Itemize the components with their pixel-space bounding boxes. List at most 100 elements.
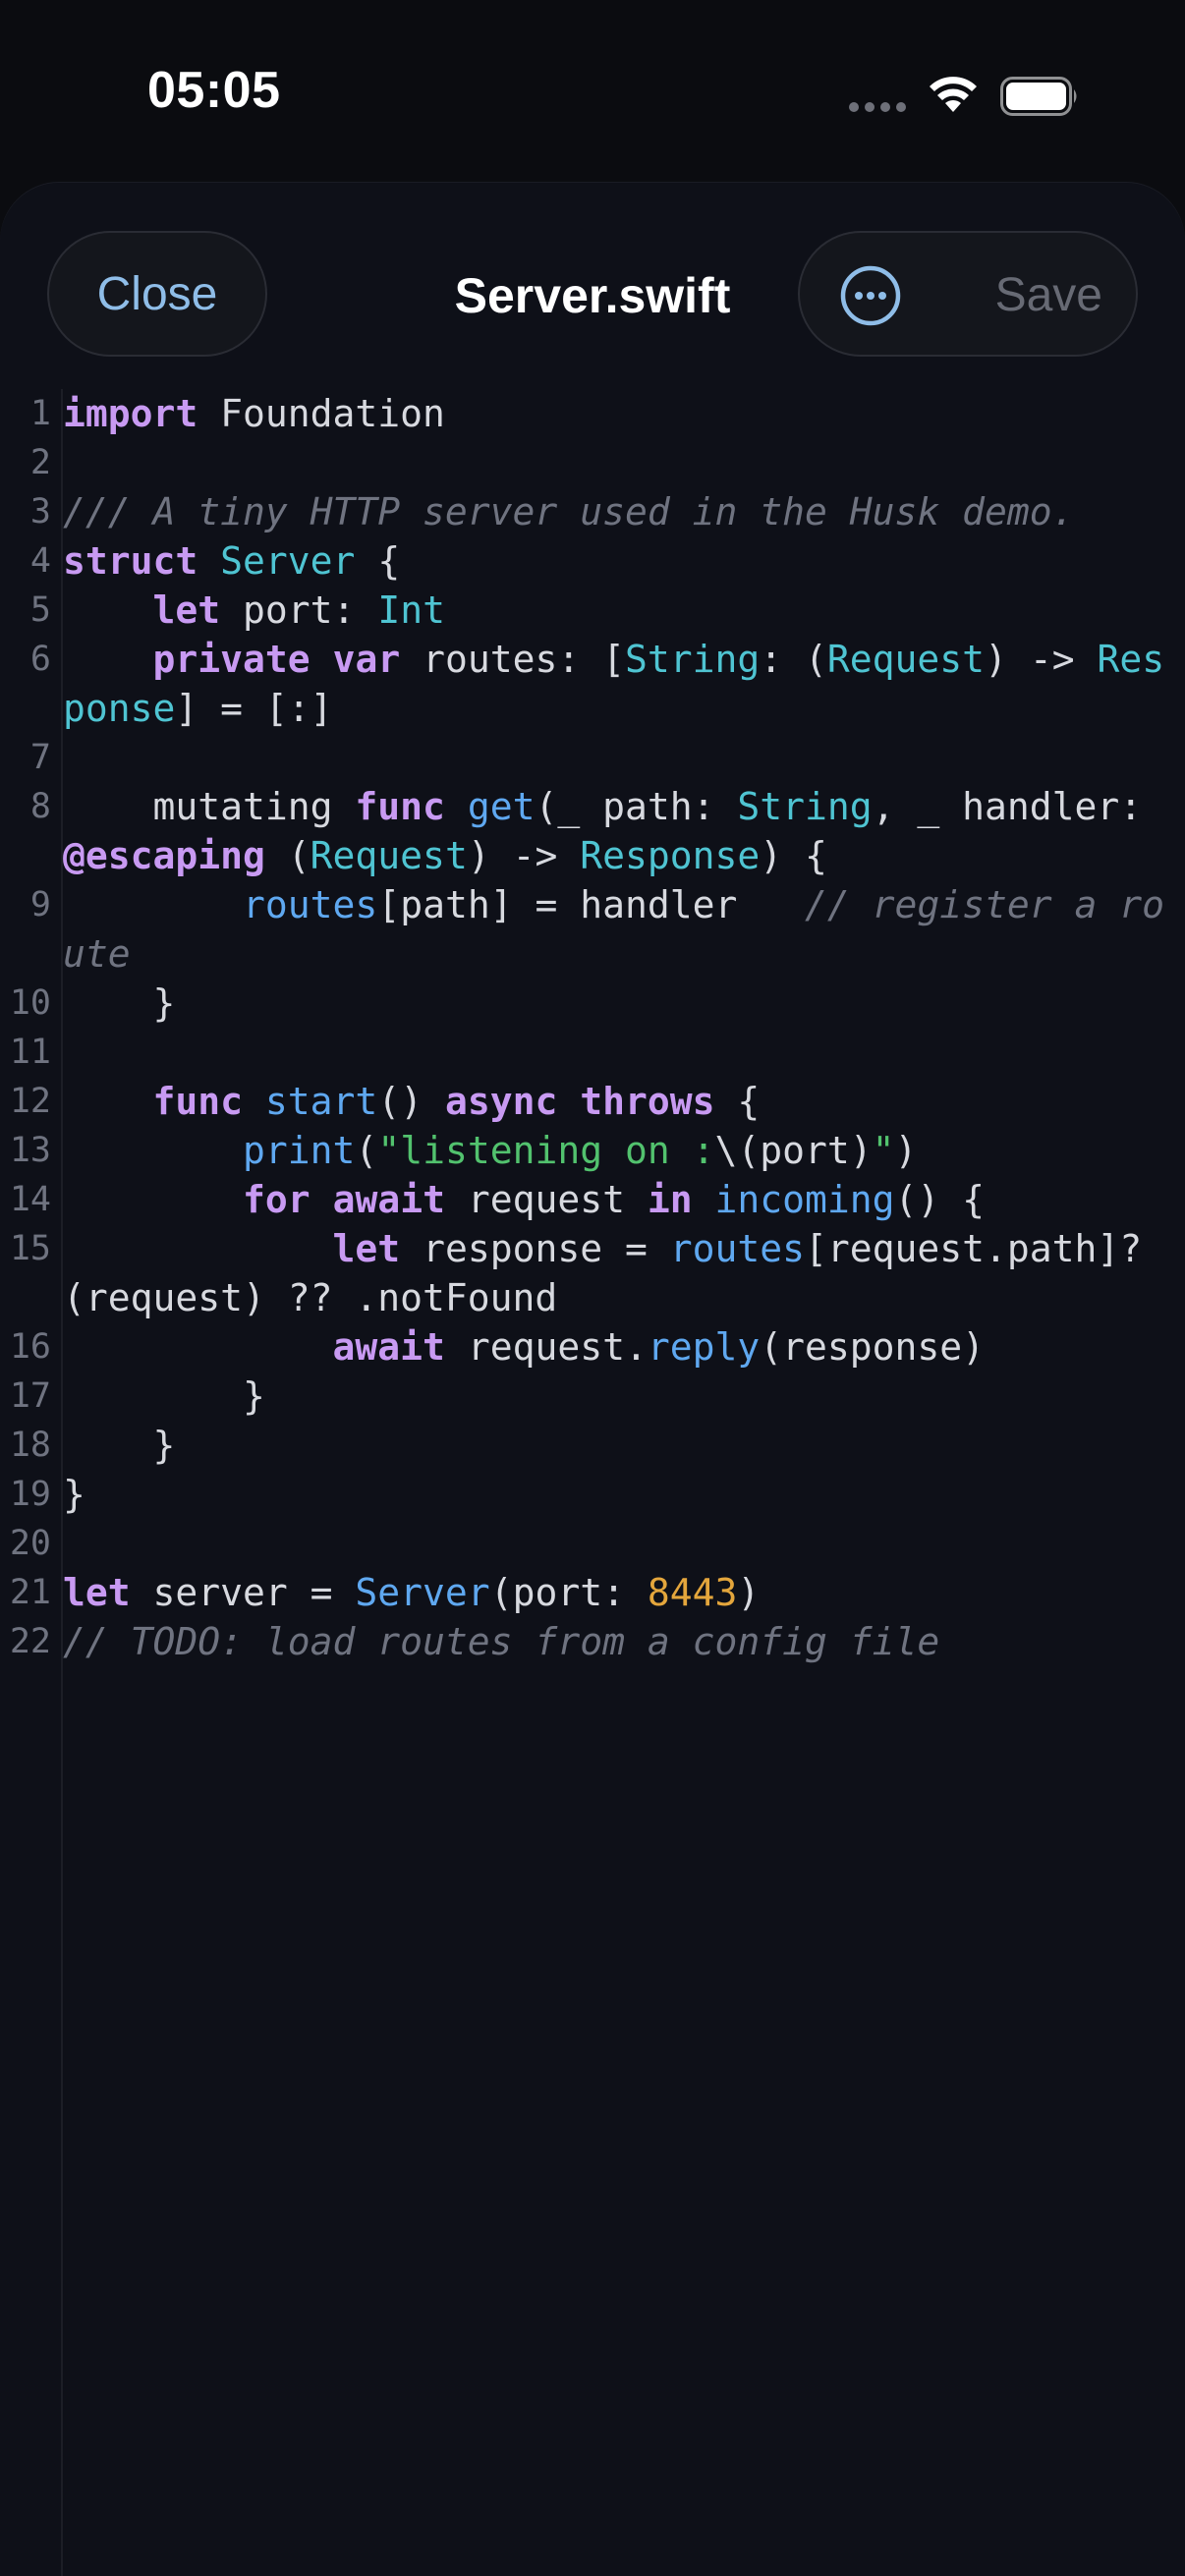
code-text[interactable] <box>63 438 1183 487</box>
code-token: ( <box>264 834 310 877</box>
code-text[interactable] <box>63 1028 1183 1077</box>
code-text[interactable]: } <box>63 1421 1183 1470</box>
code-text[interactable]: } <box>63 1470 1183 1519</box>
code-token: Server <box>220 539 356 583</box>
line-number: 3 <box>29 492 51 532</box>
code-text[interactable]: for await request in incoming() { <box>63 1175 1183 1224</box>
line-number: 20 <box>9 1524 51 1563</box>
code-line: 2 <box>0 438 1185 487</box>
code-editor[interactable]: 1 import Foundation 2 3 /// A tiny HTTP ser… <box>0 389 1185 2576</box>
line-number: 1 <box>29 394 51 433</box>
code-text[interactable] <box>63 733 1183 782</box>
code-line: 9 routes[path] = handler // register a r… <box>0 880 1185 979</box>
code-token: print <box>243 1129 356 1172</box>
code-token: mutating <box>63 785 356 828</box>
code-token: ( <box>355 1129 378 1172</box>
code-text[interactable]: private var routes: [String: (Request) -… <box>63 635 1183 733</box>
code-token: var <box>332 638 401 681</box>
code-token: import <box>63 392 198 435</box>
code-token: get <box>467 785 536 828</box>
code-line: 11 <box>0 1028 1185 1077</box>
code-text[interactable] <box>63 1519 1183 1568</box>
code-line: 5 let port: Int <box>0 586 1185 635</box>
code-token: routes: [ <box>400 638 625 681</box>
code-line: 17 } <box>0 1372 1185 1421</box>
code-text[interactable]: routes[path] = handler // register a rou… <box>63 880 1183 979</box>
line-number: 19 <box>9 1475 51 1514</box>
save-button[interactable]: Save <box>995 268 1102 322</box>
code-token: { <box>714 1080 761 1123</box>
code-line: 15 let response = routes[request.path]?(… <box>0 1224 1185 1322</box>
code-line: 12 func start() async throws { <box>0 1077 1185 1126</box>
code-line: 14 for await request in incoming() { <box>0 1175 1185 1224</box>
code-token: routes <box>243 883 378 926</box>
code-line: 22 // TODO: load routes from a config fil… <box>0 1617 1185 1666</box>
code-token: /// A tiny HTTP server used in the Husk … <box>63 490 1075 533</box>
code-token: let <box>152 588 221 632</box>
line-number: 14 <box>9 1180 51 1219</box>
battery-icon <box>1000 77 1077 116</box>
code-text[interactable]: func start() async throws { <box>63 1077 1183 1126</box>
code-text[interactable]: } <box>63 1372 1183 1421</box>
line-number: 2 <box>29 443 51 482</box>
code-line: 4 struct Server { <box>0 536 1185 586</box>
code-line: 19} <box>0 1470 1185 1519</box>
code-text[interactable]: await request.reply(response) <box>63 1322 1183 1372</box>
code-text[interactable]: mutating func get(_ path: String, _ hand… <box>63 782 1183 880</box>
status-time: 05:05 <box>147 62 281 119</box>
code-line: 1 import Foundation <box>0 389 1185 438</box>
code-token: () { <box>894 1178 986 1221</box>
code-token: await <box>332 1178 445 1221</box>
actions-group: Save <box>798 231 1138 357</box>
code-token: \(port) <box>714 1129 873 1172</box>
code-line: 10 } <box>0 979 1185 1028</box>
code-token: " <box>872 1129 895 1172</box>
line-number: 6 <box>29 640 51 679</box>
line-number: 17 <box>9 1376 51 1416</box>
line-number: 16 <box>9 1327 51 1367</box>
code-token: { <box>355 539 401 583</box>
code-token: let <box>332 1227 401 1270</box>
code-text[interactable]: // TODO: load routes from a config file <box>63 1617 1183 1666</box>
code-token: routes <box>669 1227 806 1270</box>
code-token: Request <box>826 638 986 681</box>
line-number: 22 <box>9 1622 51 1661</box>
code-token: @escaping <box>63 834 265 877</box>
code-token: , _ handler: <box>872 785 1165 828</box>
code-token: Request <box>310 834 468 877</box>
line-number: 18 <box>9 1426 51 1465</box>
code-token: } <box>63 1374 265 1418</box>
code-token: server = <box>130 1571 356 1614</box>
code-token: throws <box>580 1080 715 1123</box>
code-text[interactable]: let port: Int <box>63 586 1183 635</box>
code-text[interactable]: struct Server { <box>63 536 1183 586</box>
code-token: [path] = handler <box>377 883 805 926</box>
code-line: 21 let server = Server(port: 8443) <box>0 1568 1185 1617</box>
code-token: Foundation <box>198 392 445 435</box>
code-line: 3 /// A tiny HTTP server used in the Husk… <box>0 487 1185 536</box>
line-number: 4 <box>29 541 51 581</box>
code-text[interactable]: let response = routes[request.path]?(req… <box>63 1224 1183 1322</box>
code-token: : ( <box>760 638 827 681</box>
code-token: start <box>264 1080 378 1123</box>
code-token: request <box>444 1178 648 1221</box>
code-text[interactable]: /// A tiny HTTP server used in the Husk … <box>63 487 1183 536</box>
code-text[interactable]: } <box>63 979 1183 1028</box>
ellipsis-circle-icon[interactable] <box>839 264 902 327</box>
code-text[interactable]: import Foundation <box>63 389 1183 438</box>
code-token: ) { <box>760 834 827 877</box>
code-text[interactable]: print("listening on :\(port)") <box>63 1126 1183 1175</box>
line-number: 5 <box>29 590 51 630</box>
line-number: 10 <box>9 983 51 1023</box>
code-token: String <box>737 785 873 828</box>
code-token: 8443 <box>647 1571 738 1614</box>
code-line: 18 } <box>0 1421 1185 1470</box>
code-text[interactable]: let server = Server(port: 8443) <box>63 1568 1183 1617</box>
code-token: ] = [:] <box>175 687 333 730</box>
line-number: 9 <box>29 885 51 924</box>
